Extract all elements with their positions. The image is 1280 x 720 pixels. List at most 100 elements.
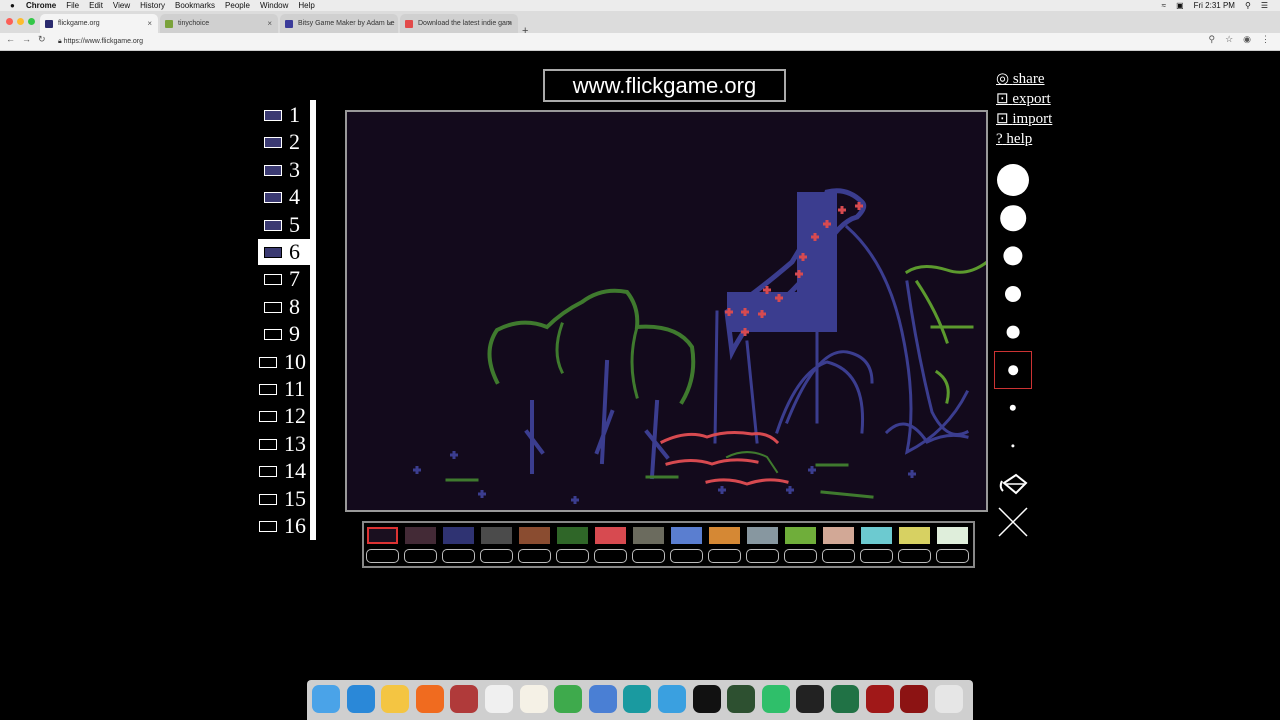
search-icon[interactable]: ⚲ [1245,0,1251,11]
brush-size-5[interactable] [994,313,1032,351]
browser-tab[interactable]: tinychoice × [160,14,278,33]
minimize-window-icon[interactable] [17,18,24,25]
frame-6[interactable]: 6 [258,239,310,265]
frame-1[interactable]: 1 [258,102,310,128]
frame-9[interactable]: 9 [258,321,310,347]
clock[interactable]: Fri 2:31 PM [1194,0,1235,11]
color-swatch[interactable] [823,527,854,544]
firefox-icon[interactable] [415,685,444,713]
acrobat-icon[interactable] [865,685,894,713]
numbers-icon[interactable] [554,685,583,713]
frame-5[interactable]: 5 [258,212,310,238]
fill-bucket-icon[interactable] [996,467,1030,501]
frame-14[interactable]: 14 [258,458,310,484]
help-link[interactable]: ? help [996,129,1052,149]
color-swatch[interactable] [405,527,436,544]
unity-hub-icon[interactable] [692,685,721,713]
frame-link-slot[interactable] [518,549,551,563]
frame-10[interactable]: 10 [258,349,310,375]
color-swatch[interactable] [747,527,778,544]
drawing-canvas[interactable] [345,110,988,512]
textedit-icon[interactable] [519,685,548,713]
browser-tab[interactable]: Download the latest indie gam × [400,14,518,33]
clear-canvas-icon[interactable] [996,505,1030,539]
keynote-icon[interactable] [588,685,617,713]
frame-link-slot[interactable] [480,549,513,563]
close-tab-icon[interactable]: × [147,14,152,33]
close-window-icon[interactable] [6,18,13,25]
color-swatch[interactable] [557,527,588,544]
frame-link-slot[interactable] [822,549,855,563]
brush-size-4[interactable] [994,275,1032,313]
frame-link-slot[interactable] [784,549,817,563]
zoom-window-icon[interactable] [28,18,35,25]
menu-view[interactable]: View [113,0,130,11]
menu-icon[interactable]: ☰ [1261,0,1268,11]
color-swatch[interactable] [785,527,816,544]
bookmark-star-icon[interactable]: ☆ [1225,34,1233,45]
trash-icon[interactable] [934,685,963,713]
menu-chrome[interactable]: Chrome [26,0,56,11]
color-swatch[interactable] [595,527,626,544]
finder-icon[interactable] [312,685,340,713]
reload-icon[interactable]: ↻ [38,34,46,45]
color-swatch[interactable] [937,527,968,544]
frame-8[interactable]: 8 [258,294,310,320]
arduino-icon[interactable] [623,685,652,713]
frame-link-slot[interactable] [708,549,741,563]
menu-help[interactable]: Help [298,0,314,11]
brush-size-6[interactable] [994,351,1032,389]
frame-15[interactable]: 15 [258,486,310,512]
color-swatch[interactable] [633,527,664,544]
apple-icon[interactable]: ● [10,0,15,11]
safari-icon[interactable] [346,685,375,713]
frame-link-slot[interactable] [670,549,703,563]
close-tab-icon[interactable]: × [507,14,512,33]
color-swatch[interactable] [367,527,398,544]
close-tab-icon[interactable]: × [267,14,272,33]
menu-window[interactable]: Window [260,0,288,11]
menu-history[interactable]: History [140,0,165,11]
frame-link-slot[interactable] [632,549,665,563]
brush-size-8[interactable] [994,427,1032,465]
color-swatch[interactable] [899,527,930,544]
forward-icon[interactable]: → [22,34,31,44]
brush-size-3[interactable] [994,237,1032,275]
frame-link-slot[interactable] [594,549,627,563]
brush-size-2[interactable] [994,199,1032,237]
menu-edit[interactable]: Edit [89,0,103,11]
frame-link-slot[interactable] [860,549,893,563]
excel-icon[interactable] [831,685,859,713]
wifi-icon[interactable]: ≈ [1162,0,1166,11]
import-link[interactable]: ⊡ import [996,109,1052,129]
leap-icon[interactable] [727,685,756,713]
unity-icon[interactable] [796,685,825,713]
browser-tab[interactable]: flickgame.org × [40,14,158,33]
frame-2[interactable]: 2 [258,129,310,155]
frame-link-slot[interactable] [898,549,931,563]
color-swatch[interactable] [519,527,550,544]
color-swatch[interactable] [481,527,512,544]
address-bar[interactable]: 🔒︎ https://www.flickgame.org [58,35,143,48]
zoom-icon[interactable]: ⚲ [1208,34,1215,45]
frame-link-slot[interactable] [366,549,399,563]
frame-link-slot[interactable] [442,549,475,563]
profile-icon[interactable]: ◉ [1243,34,1251,45]
color-swatch[interactable] [709,527,740,544]
brush-size-7[interactable] [994,389,1032,427]
share-link[interactable]: ◎ share [996,69,1052,89]
brush-size-1[interactable] [994,161,1032,199]
green-app-icon[interactable] [761,685,790,713]
frame-link-slot[interactable] [746,549,779,563]
more-menu-icon[interactable]: ⋮ [1261,34,1270,45]
chrome-icon[interactable] [381,685,410,713]
export-link[interactable]: ⊡ export [996,89,1052,109]
comic-app-icon[interactable] [658,685,686,713]
frame-link-slot[interactable] [936,549,969,563]
frame-link-slot[interactable] [404,549,437,563]
frame-16[interactable]: 16 [258,513,310,539]
frame-7[interactable]: 7 [258,266,310,292]
menu-bookmarks[interactable]: Bookmarks [175,0,215,11]
itunes-icon[interactable] [485,685,513,713]
frame-12[interactable]: 12 [258,403,310,429]
